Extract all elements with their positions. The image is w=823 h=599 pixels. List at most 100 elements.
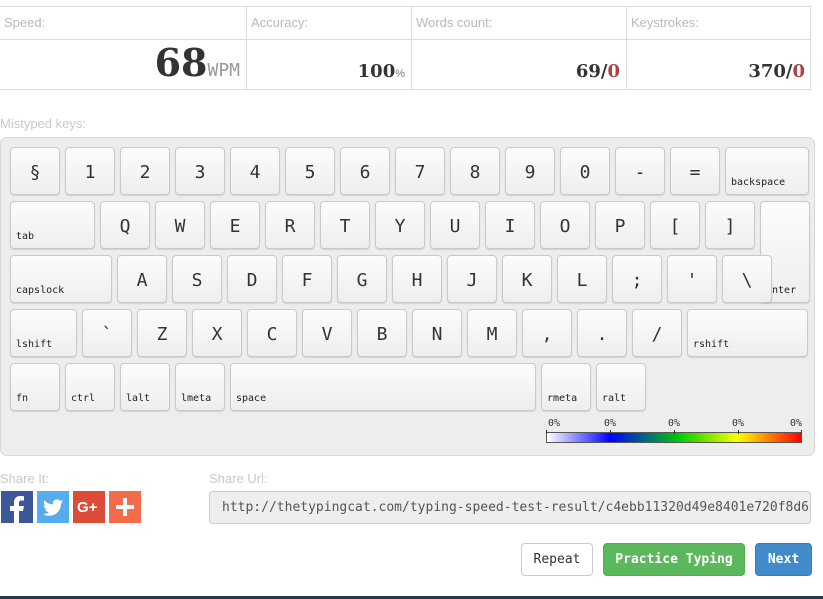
key-label: -: [634, 162, 646, 183]
key-c61: =: [670, 147, 720, 195]
key-label: ,: [541, 324, 553, 345]
speed-label: Speed:: [4, 15, 46, 30]
key-r: R: [265, 201, 315, 249]
legend-tick: [674, 430, 675, 434]
key-v: V: [302, 309, 352, 357]
key-9: 9: [505, 147, 555, 195]
speed-value: 68WPM: [154, 40, 240, 85]
twitter-icon[interactable]: [37, 491, 69, 523]
key-5: 5: [285, 147, 335, 195]
key-label: B: [376, 324, 388, 345]
keyboard-heatmap: § 1 2 3 4 5 6 7 8 9 0- = backspace tab Q W E R T Y U I O P[] ent…: [0, 137, 815, 456]
legend-label: 0%: [667, 418, 681, 429]
key-1: 1: [65, 147, 115, 195]
key-q: Q: [100, 201, 150, 249]
key-c93: ]: [705, 201, 755, 249]
key-label: /: [651, 324, 663, 345]
key-c96: `: [82, 309, 132, 357]
share-url-text: http://thetypingcat.com/typing-speed-tes…: [222, 500, 809, 515]
key-label: ralt: [602, 393, 627, 404]
key-label: rshift: [693, 339, 730, 350]
key-label: H: [411, 270, 423, 291]
key-label: Z: [156, 324, 168, 345]
key-h: H: [392, 255, 442, 303]
key-label: 9: [524, 162, 536, 183]
key-label: E: [229, 216, 241, 237]
share-it-label: Share It:: [0, 471, 50, 486]
key-0: 0: [560, 147, 610, 195]
key-label: V: [321, 324, 333, 345]
keystrokes-label: Keystrokes:: [631, 15, 699, 30]
key-6: 6: [340, 147, 390, 195]
key-z: Z: [137, 309, 187, 357]
key-label: backspace: [731, 177, 786, 188]
key-label: K: [521, 270, 533, 291]
words-count-stat: Words count: 69/0: [411, 7, 626, 89]
facebook-icon[interactable]: [1, 491, 33, 523]
next-button[interactable]: Next: [755, 543, 812, 576]
key-c39: ': [667, 255, 717, 303]
key-c47: /: [632, 309, 682, 357]
key-label: 1: [84, 162, 96, 183]
key-ctrl: ctrl: [65, 363, 115, 411]
key-label: 8: [469, 162, 481, 183]
key-label: \: [741, 270, 753, 291]
key-label: tab: [16, 231, 35, 242]
practice-typing-button[interactable]: Practice Typing: [603, 543, 745, 576]
legend-label: 0%: [547, 418, 561, 429]
key-label: G: [356, 270, 368, 291]
key-c59: ;: [612, 255, 662, 303]
repeat-button[interactable]: Repeat: [521, 543, 593, 576]
key-label: W: [174, 216, 186, 237]
key-c167: §: [10, 147, 60, 195]
key-4: 4: [230, 147, 280, 195]
key-rshift: rshift: [687, 309, 808, 357]
key-capslock: capslock: [10, 255, 112, 303]
key-c: C: [247, 309, 297, 357]
key-3: 3: [175, 147, 225, 195]
key-c91: [: [650, 201, 700, 249]
add-more-icon[interactable]: [109, 491, 141, 523]
words-count-label: Words count:: [416, 15, 493, 30]
accuracy-value: 100%: [357, 61, 405, 82]
key-c44: ,: [522, 309, 572, 357]
stats-panel: Speed: 68WPM Accuracy: 100% Words count:…: [0, 6, 811, 90]
legend-tick: [546, 430, 547, 434]
key-label: 2: [139, 162, 151, 183]
key-label: 7: [414, 162, 426, 183]
key-l: L: [557, 255, 607, 303]
key-label: fn: [16, 393, 29, 404]
key-rmeta: rmeta: [541, 363, 591, 411]
keystrokes-stat: Keystrokes: 370/0: [626, 7, 811, 89]
key-label: ': [686, 270, 698, 291]
key-o: O: [540, 201, 590, 249]
accuracy-stat: Accuracy: 100%: [246, 7, 411, 89]
key-lalt: lalt: [120, 363, 170, 411]
google-plus-icon[interactable]: G+: [73, 491, 105, 523]
key-f: F: [282, 255, 332, 303]
key-s: S: [172, 255, 222, 303]
key-n: N: [412, 309, 462, 357]
key-b: B: [357, 309, 407, 357]
legend-tick: [801, 430, 802, 434]
key-2: 2: [120, 147, 170, 195]
key-label: 3: [194, 162, 206, 183]
key-label: 4: [249, 162, 261, 183]
key-space: space: [230, 363, 536, 411]
key-label: L: [576, 270, 588, 291]
mistyped-keys-label: Mistyped keys:: [0, 116, 86, 131]
key-label: T: [339, 216, 351, 237]
key-label: 0: [579, 162, 591, 183]
key-c92: \: [722, 255, 772, 303]
key-c46: .: [577, 309, 627, 357]
key-label: X: [211, 324, 223, 345]
legend-label: 0%: [603, 418, 617, 429]
share-url-field[interactable]: http://thetypingcat.com/typing-speed-tes…: [209, 491, 811, 524]
key-label: 6: [359, 162, 371, 183]
key-lmeta: lmeta: [175, 363, 225, 411]
legend-tick: [610, 430, 611, 434]
key-p: P: [595, 201, 645, 249]
key-label: `: [101, 324, 113, 345]
key-label: lshift: [16, 339, 53, 350]
key-label: F: [301, 270, 313, 291]
